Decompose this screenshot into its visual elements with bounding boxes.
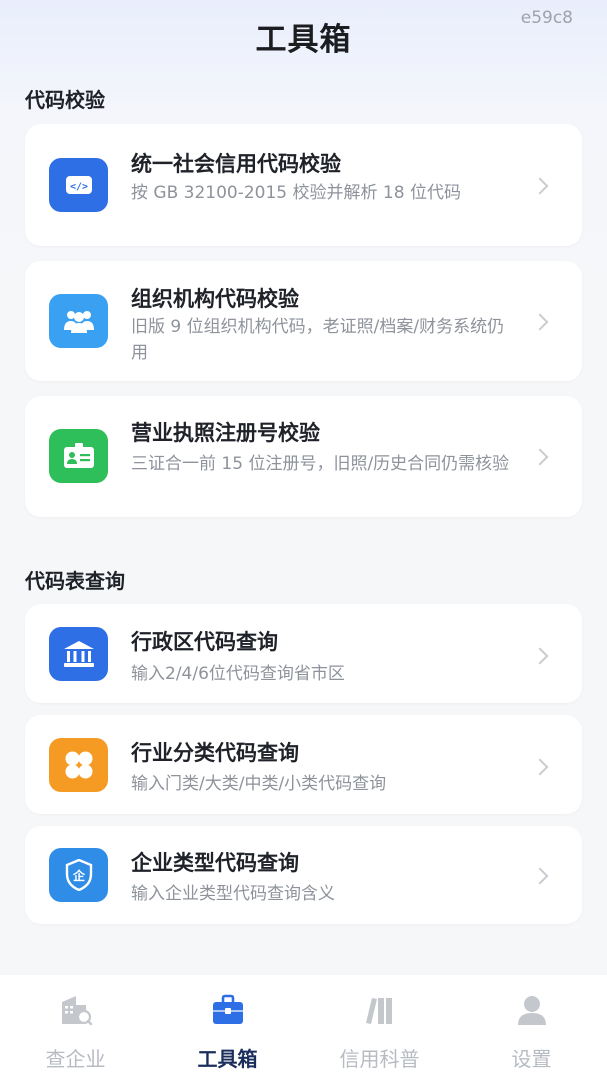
- four-petal-icon: [49, 738, 108, 792]
- chevron-right-icon: [531, 313, 549, 331]
- books-icon: [363, 993, 397, 1027]
- enterprise-shield-icon: 企: [49, 848, 108, 902]
- company-search-icon: [59, 993, 93, 1027]
- government-building-icon: [49, 627, 108, 681]
- tab-label: 信用科普: [339, 1047, 420, 1071]
- chevron-right-icon: [531, 448, 549, 466]
- tab-toolbox[interactable]: 工具箱: [152, 975, 303, 1080]
- tool-card-org-code-validation[interactable]: 组织机构代码校验 旧版 9 位组织机构代码，老证照/档案/财务系统仍用: [25, 261, 582, 381]
- tool-card-desc: 按 GB 32100-2015 校验并解析 18 位代码: [131, 183, 461, 203]
- id-card-icon: [49, 429, 108, 483]
- tab-settings[interactable]: 设置: [456, 975, 607, 1080]
- chevron-right-icon: [531, 758, 549, 776]
- tool-card-desc: 三证合一前 15 位注册号，旧照/历史合同仍需核验: [131, 454, 510, 474]
- group-icon: [49, 294, 108, 348]
- tool-card-uscc-validation[interactable]: </> 统一社会信用代码校验 按 GB 32100-2015 校验并解析 18 …: [25, 124, 582, 246]
- chevron-right-icon: [531, 177, 549, 195]
- tool-card-industry-classification-query[interactable]: 行业分类代码查询 输入门类/大类/中类/小类代码查询: [25, 715, 582, 814]
- toolbox-icon: [211, 993, 245, 1027]
- tool-card-title: 行政区代码查询: [131, 630, 278, 654]
- tab-label: 设置: [511, 1047, 552, 1071]
- page-tag: e59c8: [520, 8, 573, 28]
- tool-card-enterprise-type-query[interactable]: 企 企业类型代码查询 输入企业类型代码查询含义: [25, 826, 582, 924]
- tab-label: 工具箱: [197, 1047, 258, 1071]
- tool-card-desc: 输入2/4/6位代码查询省市区: [131, 664, 345, 684]
- tab-credit-knowledge[interactable]: 信用科普: [304, 975, 455, 1080]
- bottom-tab-bar: 查企业 工具箱 信用科普 设置: [0, 975, 607, 1080]
- tool-card-desc: 输入企业类型代码查询含义: [131, 884, 335, 904]
- chevron-right-icon: [531, 647, 549, 665]
- tab-label: 查企业: [45, 1047, 106, 1071]
- page-title: 工具箱: [255, 22, 352, 58]
- chevron-right-icon: [531, 867, 549, 885]
- tool-card-desc: 输入门类/大类/中类/小类代码查询: [131, 774, 387, 794]
- tool-card-desc: 旧版 9 位组织机构代码，老证照/档案/财务系统仍用: [131, 317, 505, 363]
- tool-card-title: 行业分类代码查询: [131, 741, 299, 765]
- tool-card-title: 组织机构代码校验: [131, 287, 299, 311]
- tool-card-title: 统一社会信用代码校验: [131, 152, 341, 176]
- user-icon: [515, 993, 549, 1027]
- tool-card-title: 营业执照注册号校验: [131, 421, 320, 445]
- svg-text:</>: </>: [69, 182, 87, 193]
- tool-card-admin-division-query[interactable]: 行政区代码查询 输入2/4/6位代码查询省市区: [25, 604, 582, 703]
- tool-card-business-license-validation[interactable]: 营业执照注册号校验 三证合一前 15 位注册号，旧照/历史合同仍需核验: [25, 396, 582, 517]
- svg-text:企: 企: [71, 868, 85, 883]
- section-title-code-table-query: 代码表查询: [25, 569, 125, 593]
- tool-card-title: 企业类型代码查询: [131, 851, 299, 875]
- code-icon: </>: [49, 158, 108, 212]
- tab-company-search[interactable]: 查企业: [0, 975, 151, 1080]
- section-title-code-validation: 代码校验: [25, 88, 105, 112]
